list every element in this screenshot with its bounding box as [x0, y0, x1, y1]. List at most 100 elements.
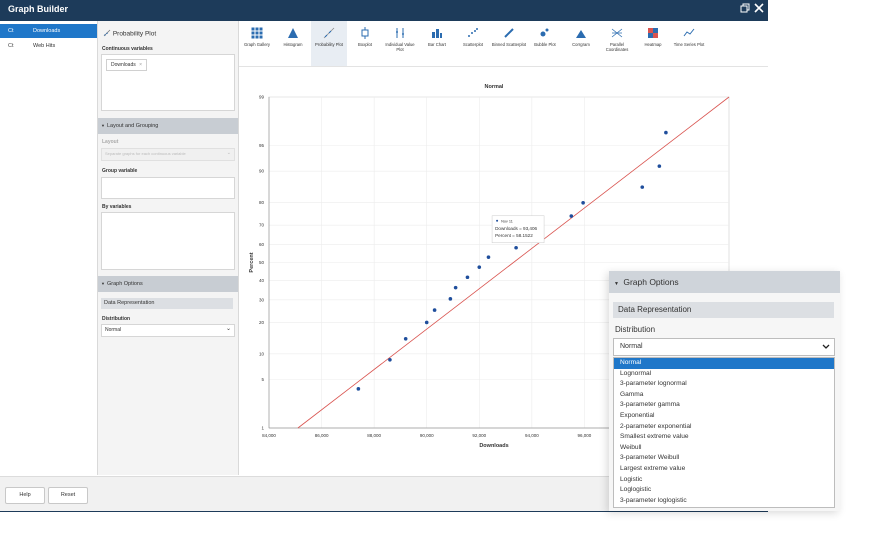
layout-select[interactable]: Separate graphs for each continuous vari… [101, 148, 235, 161]
y-tick-label: 95 [259, 143, 265, 148]
panel-title: Probability Plot [112, 30, 157, 38]
toolbar-button[interactable]: Binned Scatterplot [491, 21, 527, 66]
distribution-option[interactable]: 2-parameter exponential [614, 422, 834, 433]
data-point [432, 308, 437, 312]
chevron-down-icon: ⌄ [225, 326, 231, 332]
scatterplot-icon [467, 26, 479, 38]
data-point [424, 320, 429, 325]
x-tick-label: 94,000 [525, 433, 539, 438]
toolbar-button[interactable]: Individual Value Plot [382, 21, 418, 66]
tooltip-marker [496, 219, 499, 222]
y-tick-label: 10 [259, 351, 265, 356]
layout-label: Layout [102, 139, 119, 145]
data-point [388, 357, 392, 362]
distribution-option[interactable]: Normal [614, 358, 834, 369]
x-axis-label: Downloads [479, 443, 508, 449]
toolbar-button[interactable]: Bar Chart [419, 21, 455, 66]
data-point [356, 387, 361, 391]
chip-close-icon[interactable]: × [139, 62, 142, 68]
distribution-option[interactable]: Gamma [614, 390, 834, 401]
variable-item-web-hits[interactable]: Ct Web Hits [0, 39, 97, 53]
binned-scatter-icon [503, 26, 515, 38]
close-icon[interactable] [752, 3, 765, 17]
y-axis-label: Percent [249, 252, 255, 272]
graph-options-header[interactable]: ▼ Graph Options [98, 276, 238, 292]
distribution-option[interactable]: Logistic [614, 475, 834, 486]
toolbar-button-label: Boxplot [358, 42, 372, 47]
distribution-label: Distribution [102, 316, 131, 322]
toolbar-button-label: Graph Gallery [243, 42, 271, 47]
graph-toolbar: Graph Gallery Histogram Probability Plot Bo… [239, 21, 768, 67]
group-variable-dropzone[interactable] [101, 177, 235, 199]
restore-icon[interactable] [738, 3, 751, 17]
variable-chip[interactable]: Downloads × [106, 59, 148, 71]
variable-type: Ct [8, 43, 14, 49]
distribution-options-list: Normal Lognormal 3-parameter lognormal Gamm… [613, 357, 835, 508]
data-point [581, 201, 585, 205]
distribution-option[interactable]: Loglogistic [614, 485, 834, 496]
variable-name: Web Hits [33, 43, 56, 49]
toolbar-button[interactable]: Time Series Plot [671, 21, 707, 66]
distribution-option[interactable]: 3-parameter loglogistic [614, 496, 834, 507]
reset-button[interactable]: Reset [48, 487, 88, 504]
toolbar-button-label: Heatmap [644, 42, 662, 47]
toolbar-button[interactable]: Heatmap [635, 21, 671, 66]
tooltip-title: Nov 11 [501, 219, 513, 223]
y-tick-label: 1 [261, 426, 264, 431]
panel-header: Probability Plot [103, 29, 156, 39]
toolbar-button[interactable]: Scatterplot [455, 21, 491, 66]
layout-grouping-header[interactable]: ▼ Layout and Grouping [98, 118, 238, 134]
toolbar-button[interactable]: Corrgram [563, 21, 599, 66]
variable-item-downloads[interactable]: Ct Downloads [0, 24, 97, 38]
distribution-option[interactable]: 3-parameter gamma [614, 400, 834, 411]
y-tick-label: 5 [261, 377, 264, 382]
toolbar-button-label: Corrgram [572, 42, 590, 47]
distribution-option-label: Logistic [620, 475, 643, 483]
distribution-option[interactable]: Largest extreme value [614, 464, 834, 475]
distribution-option[interactable]: Lognormal [614, 369, 834, 380]
data-point [640, 185, 645, 189]
by-variables-dropzone[interactable] [101, 212, 235, 270]
toolbar-button-label: Histogram [283, 42, 303, 47]
distribution-option[interactable]: Exponential [614, 411, 834, 422]
section-title: Layout and Grouping [106, 123, 159, 129]
distribution-select[interactable]: Normal ⌄ [101, 324, 235, 337]
graph-options-header[interactable]: ▼ Graph Options [609, 271, 840, 293]
data-representation-section: Data Representation [613, 302, 834, 318]
toolbar-button[interactable]: Histogram [275, 21, 311, 66]
section-title: Graph Options [106, 281, 143, 287]
distribution-option[interactable]: Smallest extreme value [614, 432, 834, 443]
distribution-select[interactable]: Normal [613, 338, 835, 356]
help-button[interactable]: Help [5, 487, 45, 504]
time-series-icon [683, 26, 695, 38]
data-point [569, 214, 574, 218]
data-point [514, 245, 518, 250]
group-variable-label: Group variable [102, 168, 138, 174]
toolbar-button[interactable]: Graph Gallery [239, 21, 275, 66]
distribution-option-label: Lognormal [620, 369, 652, 377]
tooltip-line: Downloads = 93,406 [495, 226, 537, 231]
toolbar-button-label: Time Series Plot [673, 42, 705, 47]
distribution-option-label: Exponential [620, 412, 655, 419]
y-tick-label: 99 [259, 95, 265, 100]
continuous-variables-dropzone[interactable]: Downloads × [101, 54, 235, 111]
toolbar-button-label: Individual Value Plot [385, 42, 415, 52]
tooltip-line: Percent = 58.1522 [495, 233, 533, 238]
distribution-option[interactable]: 3-parameter lognormal [614, 379, 834, 390]
toolbar-button[interactable]: Parallel Coordinates [599, 21, 635, 66]
toolbar-button[interactable]: Probability Plot [311, 21, 347, 66]
chevron-down-icon: ⌄ [226, 150, 231, 156]
distribution-option[interactable]: 3-parameter Weibull [614, 453, 834, 464]
toolbar-button[interactable]: Bubble Plot [527, 21, 563, 66]
properties-panel: Probability Plot Continuous variables Do… [98, 21, 239, 475]
layout-placeholder: Separate graphs for each continuous vari… [105, 151, 186, 156]
by-variables-label: By variables [102, 204, 132, 210]
distribution-option[interactable]: Weibull [614, 443, 834, 454]
chart-title: Normal [485, 84, 504, 90]
corrgram-icon [575, 26, 587, 38]
y-tick-label: 30 [259, 297, 265, 302]
data-point [486, 255, 491, 259]
grid-icon [251, 26, 263, 39]
toolbar-button[interactable]: Boxplot [347, 21, 383, 66]
x-tick-label: 84,000 [262, 433, 276, 438]
